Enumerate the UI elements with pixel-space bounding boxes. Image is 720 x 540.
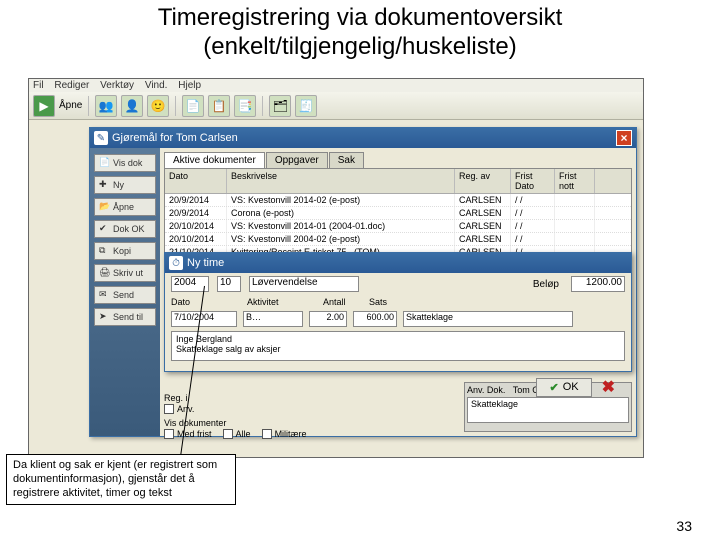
grid-header: Dato Beskrivelse Reg. av Frist Dato Fris… <box>165 169 631 194</box>
menu-rediger[interactable]: Rediger <box>54 80 89 91</box>
sidebar-kopi[interactable]: ⧉Kopi <box>94 242 156 260</box>
table-row[interactable]: 20/10/2014VS: Kvestonvill 2014-01 (2004-… <box>165 220 631 233</box>
sidebar-send[interactable]: ✉Send <box>94 286 156 304</box>
table-row[interactable]: 20/9/2014VS: Kvestonvill 2014-02 (e-post… <box>165 194 631 207</box>
sidebar-dokok[interactable]: ✔Dok OK <box>94 220 156 238</box>
antall-field[interactable]: 2.00 <box>309 311 347 327</box>
tab-aktive[interactable]: Aktive dokumenter <box>164 152 265 168</box>
table-row[interactable]: 20/10/2014VS: Kvestonvill 2004-02 (e-pos… <box>165 233 631 246</box>
satsname-field[interactable]: Skatteklage <box>403 311 573 327</box>
year-field[interactable]: 2004 <box>171 276 209 292</box>
menu-fil[interactable]: Fil <box>33 80 44 91</box>
sidebar-skrivut[interactable]: 🖨Skriv ut <box>94 264 156 282</box>
radio-mil[interactable] <box>262 429 272 439</box>
menu-verktoy[interactable]: Verktøy <box>100 80 134 91</box>
checkbox-anv[interactable] <box>164 404 174 414</box>
toolbar-icon-8[interactable]: 🧾 <box>295 95 317 117</box>
toolbar-icon-1[interactable]: 👥 <box>95 95 117 117</box>
dato-field[interactable]: 7/10/2004 <box>171 311 237 327</box>
nytime-titlebar[interactable]: ⏱ Ny time <box>165 253 631 273</box>
sidebar-visdok[interactable]: 📄Vis dok <box>94 154 156 172</box>
nytime-title: Ny time <box>187 257 224 269</box>
toolbar-icon-2[interactable]: 👤 <box>121 95 143 117</box>
open-button[interactable]: ▶ <box>33 95 55 117</box>
tasks-titlebar[interactable]: ✎ Gjøremål for Tom Carlsen × <box>90 128 636 148</box>
menubar: Fil Rediger Verktøy Vind. Hjelp <box>29 79 643 92</box>
sidebar-sendtil[interactable]: ➤Send til <box>94 308 156 326</box>
radio-medfrist[interactable] <box>164 429 174 439</box>
desc-field[interactable]: Løvervendelse <box>249 276 359 292</box>
radio-alle[interactable] <box>223 429 233 439</box>
page-number: 33 <box>676 518 692 534</box>
code-field[interactable]: 10 <box>217 276 241 292</box>
menu-hjelp[interactable]: Hjelp <box>178 80 201 91</box>
tab-oppgaver[interactable]: Oppgaver <box>266 152 328 168</box>
close-icon[interactable]: × <box>616 130 632 146</box>
aktivitet-field[interactable]: B… <box>243 311 303 327</box>
ok-button[interactable]: ✔OK <box>536 378 591 397</box>
check-icon: ✔ <box>549 381 558 394</box>
toolbar-icon-5[interactable]: 📋 <box>208 95 230 117</box>
document-grid[interactable]: Dato Beskrivelse Reg. av Frist Dato Fris… <box>164 168 632 264</box>
tasks-window: ✎ Gjøremål for Tom Carlsen × 📄Vis dok ✚N… <box>89 127 637 437</box>
tasks-title: Gjøremål for Tom Carlsen <box>112 132 238 144</box>
menu-vindu[interactable]: Vind. <box>145 80 168 91</box>
tasks-title-icon: ✎ <box>94 131 108 145</box>
tasks-sidebar: 📄Vis dok ✚Ny 📂Åpne ✔Dok OK ⧉Kopi 🖨Skriv … <box>90 148 160 436</box>
table-row[interactable]: 20/9/2014Corona (e-post)CARLSEN/ / <box>165 207 631 220</box>
sats-field[interactable]: 600.00 <box>353 311 397 327</box>
tabs: Aktive dokumenter Oppgaver Sak <box>160 148 636 168</box>
tab-sak[interactable]: Sak <box>329 152 364 168</box>
note-textarea[interactable]: Inge Bergland Skatteklage salg av aksjer <box>171 331 625 361</box>
main-toolbar: ▶ Åpne 👥 👤 🙂 📄 📋 📑 🗂 🧾 <box>29 92 643 120</box>
app-window: Fil Rediger Verktøy Vind. Hjelp ▶ Åpne 👥… <box>28 78 644 458</box>
callout-box: Da klient og sak er kjent (er registrert… <box>6 454 236 505</box>
sidebar-apne[interactable]: 📂Åpne <box>94 198 156 216</box>
toolbar-icon-6[interactable]: 📑 <box>234 95 256 117</box>
cancel-button[interactable]: ✖ <box>602 377 615 397</box>
belop-label: Beløp <box>533 279 559 290</box>
nytime-dialog: ⏱ Ny time 2004 10 Løvervendelse Beløp 12… <box>164 252 632 372</box>
sidebar-ny[interactable]: ✚Ny <box>94 176 156 194</box>
slide-title-line2: (enkelt/tilgjengelig/huskeliste) <box>0 33 720 62</box>
belop-field: 1200.00 <box>571 276 625 292</box>
clock-icon: ⏱ <box>169 256 183 270</box>
open-label: Åpne <box>59 100 82 111</box>
toolbar-icon-3[interactable]: 🙂 <box>147 95 169 117</box>
slide-title-line1: Timeregistrering via dokumentoversikt <box>0 4 720 33</box>
toolbar-icon-7[interactable]: 🗂 <box>269 95 291 117</box>
toolbar-icon-4[interactable]: 📄 <box>182 95 204 117</box>
